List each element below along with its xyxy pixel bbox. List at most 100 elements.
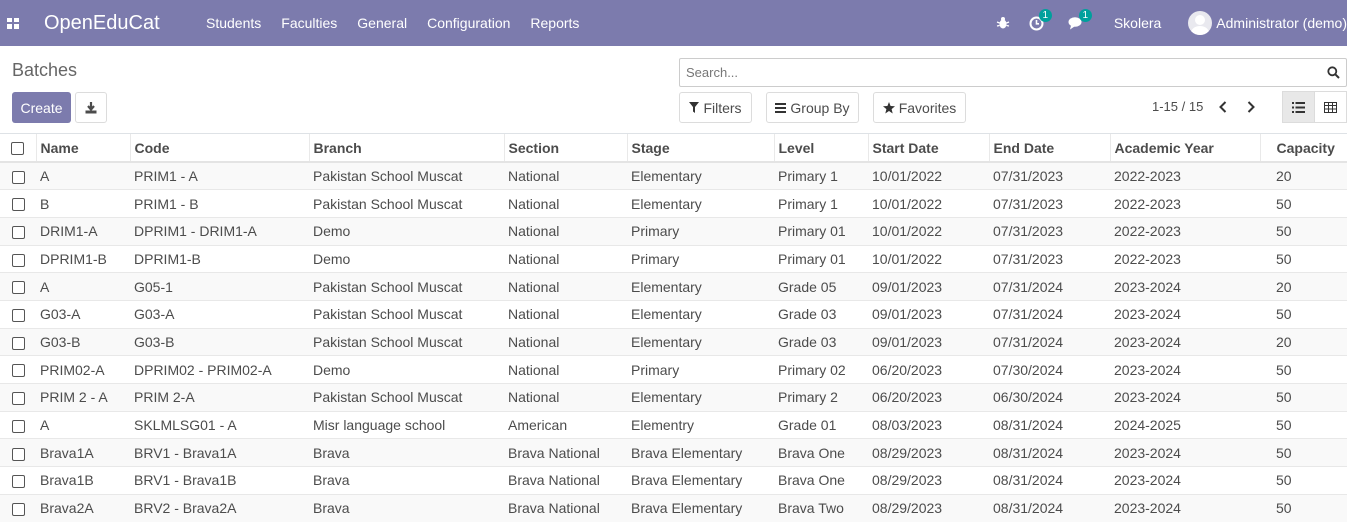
cell-end-date: 08/31/2024 — [989, 466, 1110, 495]
row-checkbox[interactable] — [11, 226, 25, 240]
brand-name[interactable]: OpenEduCat — [44, 12, 204, 35]
favorites-button[interactable]: Favorites — [873, 92, 966, 123]
table-row[interactable]: DPRIM1-B DPRIM1-B Demo National Primary Prima… — [0, 244, 1347, 273]
cell-code: DPRIM1 - DRIM1-A — [130, 216, 309, 246]
row-checkbox[interactable] — [11, 198, 25, 212]
activity-count-badge: 1 — [1038, 9, 1052, 22]
row-checkbox[interactable] — [11, 309, 25, 323]
cell-start-date: 10/01/2022 — [868, 161, 989, 190]
cell-branch: Brava — [309, 438, 504, 467]
table-row[interactable]: B PRIM1 - B Pakistan School Muscat National… — [0, 189, 1347, 218]
row-select-cell[interactable] — [0, 410, 36, 439]
cell-start-date: 06/20/2023 — [868, 355, 989, 384]
table-row[interactable]: DRIM1-A DPRIM1 - DRIM1-A Demo National Prima… — [0, 216, 1347, 246]
cell-name: G03-A — [36, 299, 130, 329]
row-select-cell[interactable] — [0, 244, 36, 273]
column-header-level[interactable]: Level — [773, 134, 868, 163]
column-header-section[interactable]: Section — [503, 134, 627, 163]
row-select-cell[interactable] — [0, 161, 36, 190]
row-checkbox[interactable] — [11, 447, 25, 461]
row-select-cell[interactable] — [0, 189, 36, 218]
cell-level: Primary 1 — [774, 161, 868, 190]
select-all-checkbox[interactable] — [0, 134, 36, 163]
cell-branch: Demo — [309, 244, 504, 273]
group-by-button[interactable]: Group By — [766, 92, 859, 123]
table-row[interactable]: PRIM 2 - A PRIM 2-A Pakistan School Muscat… — [0, 383, 1347, 412]
pager-next-button[interactable] — [1242, 97, 1260, 117]
pager-previous-button[interactable] — [1214, 97, 1232, 117]
table-row[interactable]: A SKLMLSG01 - A Misr language school Americ… — [0, 410, 1347, 439]
row-checkbox[interactable] — [11, 336, 25, 350]
pager-value[interactable]: 1-15 / 15 — [1152, 99, 1203, 114]
row-select-cell[interactable] — [0, 216, 36, 246]
row-checkbox[interactable] — [11, 475, 25, 489]
apps-menu-button[interactable] — [0, 0, 26, 46]
cell-code: G05-1 — [130, 272, 309, 301]
row-checkbox[interactable] — [11, 392, 25, 406]
search-input[interactable]: Search... — [686, 65, 1320, 80]
cell-start-date: 10/01/2022 — [868, 244, 989, 273]
row-select-cell[interactable] — [0, 299, 36, 329]
column-header-branch[interactable]: Branch — [308, 134, 504, 163]
cell-stage: Elementary — [627, 327, 774, 356]
cell-academic-year: 2022-2023 — [1110, 189, 1260, 218]
row-select-cell[interactable] — [0, 466, 36, 495]
search-bar[interactable]: Search... — [679, 58, 1347, 87]
cell-stage: Elementary — [627, 383, 774, 412]
table-row[interactable]: A PRIM1 - A Pakistan School Muscat National… — [0, 161, 1347, 190]
checkbox[interactable] — [11, 142, 25, 156]
cell-section: National — [504, 216, 627, 246]
row-select-cell[interactable] — [0, 355, 36, 384]
row-select-cell[interactable] — [0, 438, 36, 467]
cell-start-date: 09/01/2023 — [868, 299, 989, 329]
menu-item-general[interactable]: General — [357, 15, 407, 31]
menu-item-faculties[interactable]: Faculties — [281, 15, 337, 31]
column-header-stage[interactable]: Stage — [626, 134, 774, 163]
row-checkbox[interactable] — [11, 281, 25, 295]
table-row[interactable]: Brava2A BRV2 - Brava2A Brava Brava National… — [0, 493, 1347, 522]
table-row[interactable]: PRIM02-A DPRIM02 - PRIM02-A Demo National Pr… — [0, 355, 1347, 384]
row-select-cell[interactable] — [0, 272, 36, 301]
row-checkbox[interactable] — [11, 364, 25, 378]
download-icon — [85, 101, 97, 113]
cell-branch: Pakistan School Muscat — [309, 189, 504, 218]
column-header-academic-year[interactable]: Academic Year — [1109, 134, 1260, 163]
cell-capacity: 20 — [1260, 327, 1347, 356]
activity-clock-icon[interactable]: 1 — [1028, 9, 1052, 32]
row-select-cell[interactable] — [0, 493, 36, 522]
column-header-capacity[interactable]: Capacity — [1259, 134, 1347, 163]
pivot-view-button[interactable] — [1314, 91, 1347, 123]
table-row[interactable]: A G05-1 Pakistan School Muscat National Elem… — [0, 272, 1347, 301]
row-checkbox[interactable] — [11, 253, 25, 267]
user-menu[interactable]: Administrator (demo) — [1188, 11, 1347, 35]
row-checkbox[interactable] — [11, 170, 25, 184]
table-row[interactable]: Brava1A BRV1 - Brava1A Brava Brava National… — [0, 438, 1347, 467]
export-button[interactable] — [75, 92, 107, 123]
menu-item-students[interactable]: Students — [206, 15, 261, 31]
filters-button[interactable]: Filters — [679, 92, 752, 123]
column-header-start-date[interactable]: Start Date — [867, 134, 989, 163]
row-checkbox[interactable] — [11, 503, 25, 517]
table-row[interactable]: G03-A G03-A Pakistan School Muscat National… — [0, 299, 1347, 329]
menu-item-configuration[interactable]: Configuration — [427, 15, 510, 31]
cell-stage: Primary — [627, 244, 774, 273]
column-header-code[interactable]: Code — [129, 134, 309, 163]
table-row[interactable]: G03-B G03-B Pakistan School Muscat National… — [0, 327, 1347, 356]
menu-item-reports[interactable]: Reports — [530, 15, 579, 31]
debug-bug-icon[interactable] — [994, 14, 1012, 32]
row-checkbox[interactable] — [11, 419, 25, 433]
column-header-end-date[interactable]: End Date — [988, 134, 1110, 163]
row-select-cell[interactable] — [0, 383, 36, 412]
table-row[interactable]: Brava1B BRV1 - Brava1B Brava Brava National… — [0, 466, 1347, 495]
cell-academic-year: 2023-2024 — [1110, 493, 1260, 522]
create-button[interactable]: Create — [12, 92, 71, 123]
cell-stage: Brava Elementary — [627, 493, 774, 522]
column-header-name[interactable]: Name — [35, 134, 130, 163]
company-switcher[interactable]: Skolera — [1114, 15, 1161, 31]
search-icon[interactable] — [1320, 59, 1346, 86]
row-select-cell[interactable] — [0, 327, 36, 356]
cell-stage: Elementary — [627, 189, 774, 218]
messages-chat-icon[interactable]: 1 — [1068, 9, 1092, 32]
list-view-button[interactable] — [1282, 91, 1315, 123]
cell-code: PRIM1 - B — [130, 189, 309, 218]
